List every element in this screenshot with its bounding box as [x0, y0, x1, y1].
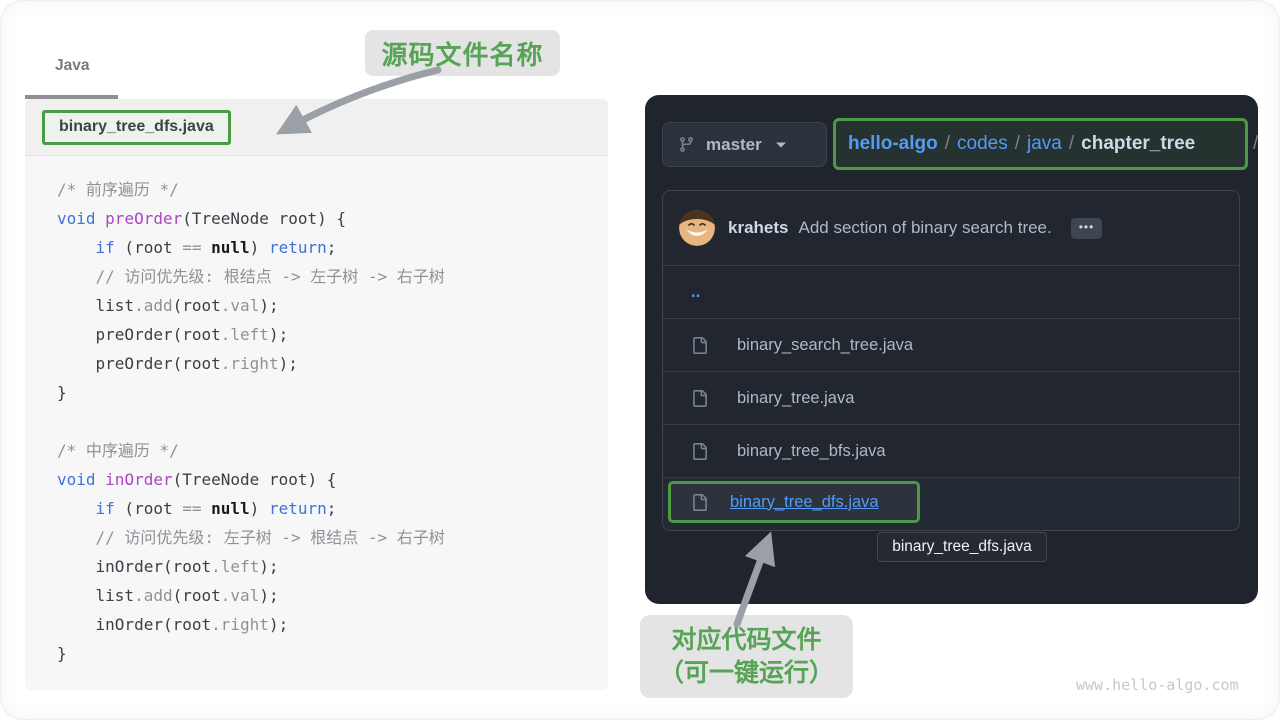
code-line: // 访问优先级: 根结点 -> 左子树 -> 右子树 [57, 262, 600, 291]
annotation-target-line1: 对应代码文件 [671, 624, 821, 657]
file-icon [691, 443, 708, 460]
commit-message[interactable]: Add section of binary search tree. [798, 218, 1051, 238]
git-branch-icon [678, 136, 695, 153]
code-line: preOrder(root.right); [57, 349, 600, 378]
code-line: if (root == null) return; [57, 494, 600, 523]
file-name: binary_search_tree.java [737, 336, 913, 355]
file-icon [691, 494, 708, 511]
breadcrumb-separator: / [938, 133, 957, 155]
file-name: binary_tree.java [737, 389, 854, 408]
code-titlebar: binary_tree_dfs.java [25, 99, 608, 156]
code-line: list.add(root.val); [57, 291, 600, 320]
file-icon [691, 390, 708, 407]
annotation-target-line2: （可一键运行） [659, 657, 834, 690]
code-line: /* 前序遍历 */ [57, 175, 600, 204]
annotation-source-filename: 源码文件名称 [365, 30, 560, 76]
branch-selector-button[interactable]: master [662, 122, 827, 167]
code-line: if (root == null) return; [57, 233, 600, 262]
file-icon [691, 337, 708, 354]
file-row[interactable]: binary_tree_bfs.java [663, 425, 1239, 478]
breadcrumb-segment[interactable]: java [1027, 133, 1062, 155]
breadcrumb-segment[interactable]: hello-algo [848, 133, 938, 155]
figure-frame: Java binary_tree_dfs.java /* 前序遍历 */void… [0, 0, 1280, 720]
breadcrumb-segment[interactable]: codes [957, 133, 1008, 155]
code-line: inOrder(root.right); [57, 610, 600, 639]
breadcrumb-separator: / [1008, 133, 1027, 155]
selected-file-link[interactable]: binary_tree_dfs.java [730, 493, 879, 512]
file-name: binary_tree_bfs.java [737, 442, 886, 461]
code-line: void inOrder(TreeNode root) { [57, 465, 600, 494]
code-line: void preOrder(TreeNode root) { [57, 204, 600, 233]
latest-commit-row: krahets Add section of binary search tre… [663, 191, 1239, 266]
commit-more-button[interactable]: ••• [1071, 218, 1103, 239]
code-line: inOrder(root.left); [57, 552, 600, 581]
watermark: www.hello-algo.com [1076, 676, 1239, 694]
code-card: binary_tree_dfs.java /* 前序遍历 */void preO… [25, 99, 608, 690]
code-filename: binary_tree_dfs.java [42, 110, 231, 145]
file-row[interactable]: binary_search_tree.java [663, 319, 1239, 372]
code-line: list.add(root.val); [57, 581, 600, 610]
file-browser-box: krahets Add section of binary search tre… [662, 190, 1240, 531]
selected-file-focus-box: binary_tree_dfs.java [668, 481, 920, 523]
file-row-selected[interactable]: binary_tree_dfs.java [663, 478, 1239, 530]
avatar[interactable] [679, 210, 715, 246]
code-line [57, 407, 600, 436]
github-panel: master hello-algo/codes/java/chapter_tre… [645, 95, 1258, 604]
file-list: binary_search_tree.java binary_tree.javab… [663, 319, 1239, 478]
code-line: /* 中序遍历 */ [57, 436, 600, 465]
commit-author[interactable]: krahets [728, 218, 788, 238]
tab-java[interactable]: Java [55, 57, 89, 75]
annotation-target-file: 对应代码文件 （可一键运行） [640, 615, 853, 698]
parent-directory-label: .. [691, 283, 700, 302]
chevron-down-icon [775, 141, 787, 149]
code-block: /* 前序遍历 */void preOrder(TreeNode root) {… [57, 175, 600, 686]
code-line: // 访问优先级: 左子树 -> 根结点 -> 右子树 [57, 523, 600, 552]
breadcrumb-segment: chapter_tree [1081, 133, 1195, 155]
file-row[interactable]: binary_tree.java [663, 372, 1239, 425]
parent-directory-row[interactable]: .. [663, 266, 1239, 319]
branch-name: master [706, 135, 762, 155]
breadcrumb: hello-algo/codes/java/chapter_tree [833, 118, 1248, 170]
filename-tooltip: binary_tree_dfs.java [877, 532, 1047, 562]
code-line: } [57, 639, 600, 668]
breadcrumb-separator: / [1062, 133, 1081, 155]
breadcrumb-trailing-slash: / [1253, 133, 1258, 155]
code-line: } [57, 378, 600, 407]
code-line: preOrder(root.left); [57, 320, 600, 349]
